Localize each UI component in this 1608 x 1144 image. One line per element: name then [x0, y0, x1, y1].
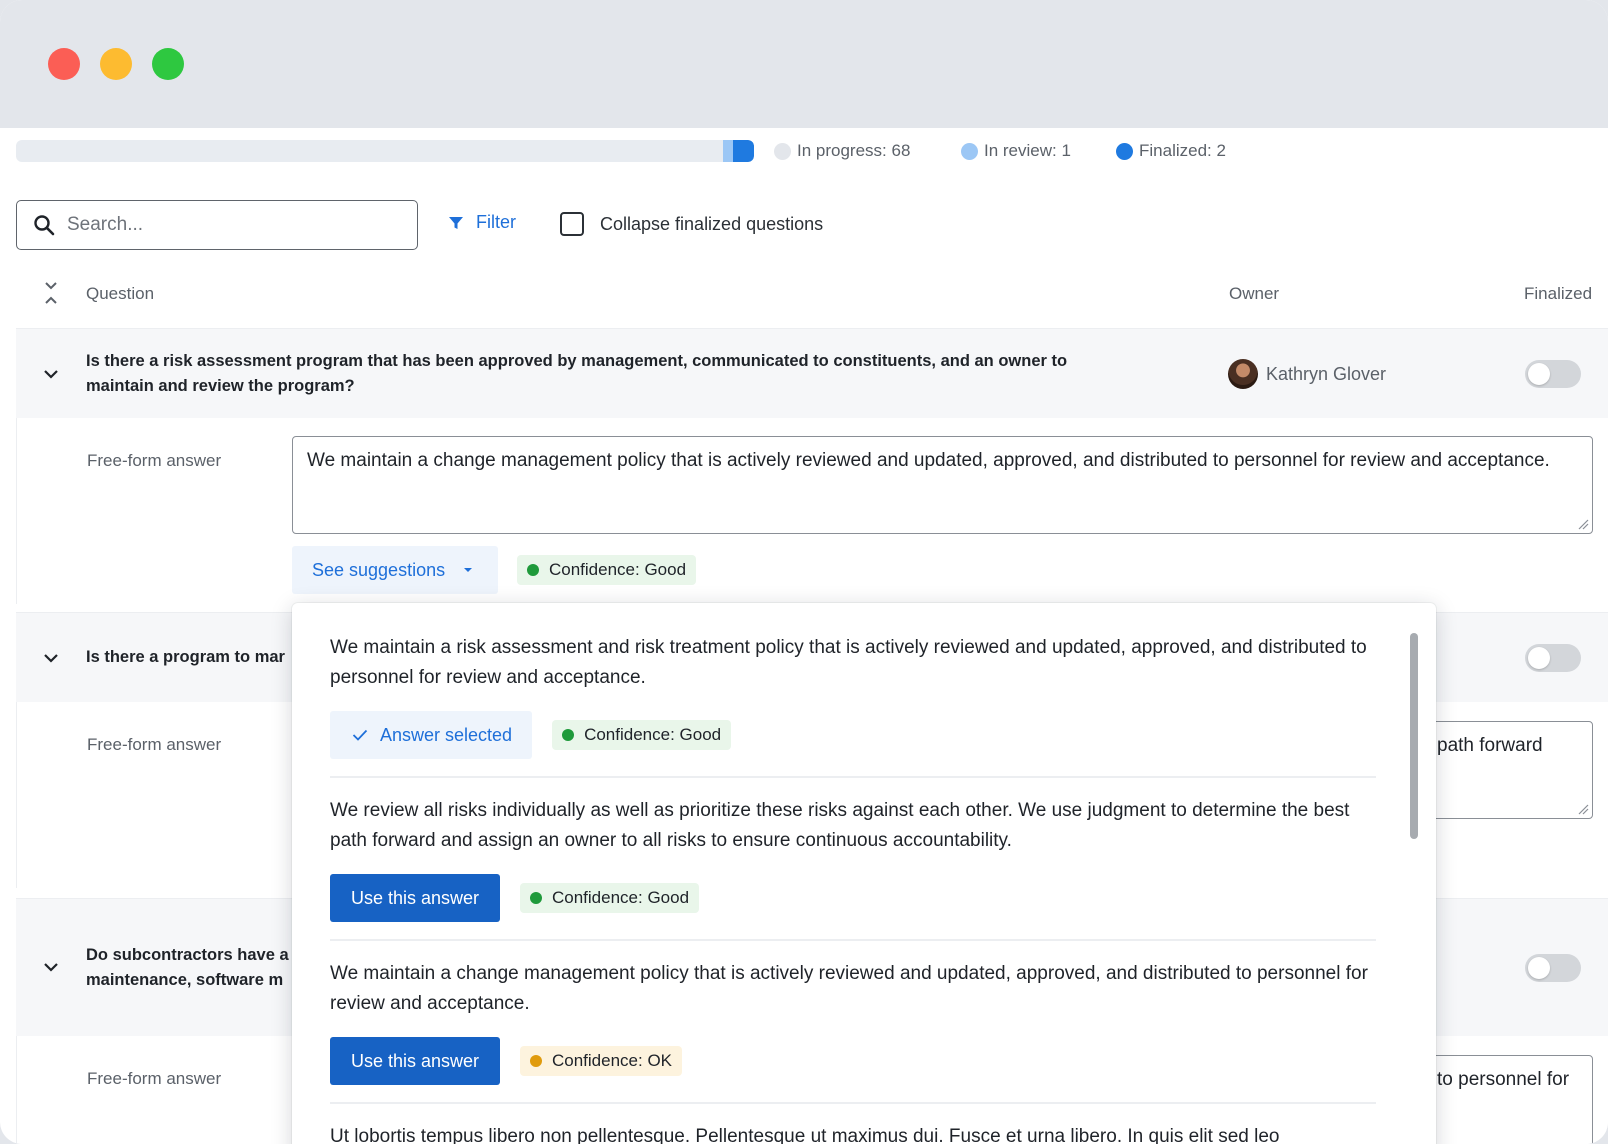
collapse-finalized-checkbox[interactable] [560, 212, 584, 236]
question-text: Do subcontractors have a maintenance, so… [86, 943, 289, 993]
confidence-good-dot-icon [562, 729, 575, 741]
column-header-owner[interactable]: Owner [1229, 284, 1279, 304]
answer-selected-button[interactable]: Answer selected [330, 711, 533, 759]
filter-button[interactable]: Filter [448, 212, 516, 233]
progress-segment-finalized [733, 140, 754, 162]
chevron-down-icon[interactable] [42, 961, 60, 973]
confidence-badge: Confidence: Good [517, 555, 697, 585]
free-form-answer-label: Free-form answer [87, 451, 222, 470]
question-text-line: maintain and review the program? [86, 377, 355, 395]
free-form-answer-label: Free-form answer [87, 735, 222, 754]
confidence-badge: Confidence: Good [552, 720, 732, 750]
question-row[interactable]: Is there a risk assessment program that … [16, 328, 1608, 418]
suggestion-item: We maintain a change management policy t… [330, 959, 1376, 1085]
confidence-good-dot-icon [530, 892, 542, 904]
app-window: In progress: 68 In review: 1 Finalized: … [0, 0, 1608, 1144]
suggestion-text: Ut lobortis tempus libero non pellentesq… [330, 1126, 1280, 1144]
see-suggestions-button[interactable]: See suggestions [292, 546, 498, 594]
see-suggestions-label: See suggestions [312, 559, 446, 580]
legend-finalized: Finalized: 2 [1116, 140, 1226, 162]
title-bar [0, 0, 1608, 128]
search-input[interactable] [67, 214, 387, 236]
question-text: Is there a risk assessment program that … [86, 349, 1067, 399]
confidence-ok-dot-icon [530, 1055, 542, 1067]
suggestion-item: We review all risks individually as well… [330, 796, 1376, 922]
question-text: Is there a program to mar [86, 648, 285, 666]
collapse-finalized-toggle[interactable]: Collapse finalized questions [560, 212, 823, 236]
confidence-good-dot-icon [527, 564, 539, 576]
minimize-window-button[interactable] [100, 48, 132, 80]
legend-in-review: In review: 1 [961, 140, 1071, 162]
resize-handle-icon[interactable] [1577, 518, 1589, 530]
suggestion-item: Ut lobortis tempus libero non pellentesq… [330, 1122, 1376, 1144]
confidence-label: Confidence: OK [552, 1051, 673, 1070]
suggestion-text: We maintain a risk assessment and risk t… [330, 637, 1367, 688]
confidence-label: Confidence: Good [552, 888, 690, 907]
chevron-down-icon[interactable] [42, 368, 60, 380]
expand-collapse-all-icon[interactable] [42, 280, 60, 306]
column-header-finalized[interactable]: Finalized [1524, 284, 1592, 304]
answer-text: We maintain a change management policy t… [307, 450, 1550, 471]
maximize-window-button[interactable] [152, 48, 184, 80]
suggestion-text: We maintain a change management policy t… [330, 963, 1368, 1014]
divider [330, 939, 1376, 941]
in-progress-dot-icon [774, 142, 791, 160]
answer-text: path forward [1437, 735, 1543, 756]
chevron-down-icon[interactable] [42, 652, 60, 664]
confidence-badge: Confidence: OK [520, 1046, 683, 1076]
dropdown-scrollbar[interactable] [1410, 633, 1418, 839]
question-text-line: maintenance, software m [86, 971, 284, 989]
free-form-answer-label: Free-form answer [87, 1069, 222, 1088]
finalized-toggle[interactable] [1525, 360, 1581, 388]
caret-down-icon [464, 568, 473, 572]
owner-name: Kathryn Glover [1266, 363, 1387, 384]
owner[interactable]: Kathryn Glover [1228, 359, 1386, 389]
finalized-toggle[interactable] [1525, 644, 1581, 672]
legend-in-progress-label: In progress: 68 [797, 141, 911, 160]
question-text-line: Do subcontractors have a [86, 946, 289, 964]
divider [330, 1102, 1376, 1104]
use-this-answer-button[interactable]: Use this answer [330, 874, 500, 922]
column-header-question[interactable]: Question [86, 284, 154, 304]
close-window-button[interactable] [48, 48, 80, 80]
finalized-dot-icon [1116, 142, 1133, 160]
status-progress-bar [16, 140, 754, 162]
suggestions-dropdown: We maintain a risk assessment and risk t… [292, 603, 1436, 1144]
search-box[interactable] [16, 200, 418, 250]
confidence-label: Confidence: Good [549, 560, 687, 579]
confidence-label: Confidence: Good [584, 725, 722, 744]
suggestion-item: We maintain a risk assessment and risk t… [330, 633, 1376, 759]
avatar [1228, 359, 1258, 389]
collapse-finalized-label: Collapse finalized questions [600, 213, 824, 234]
checkmark-icon [352, 729, 368, 741]
filter-icon [449, 216, 463, 229]
in-review-dot-icon [961, 142, 978, 160]
legend-finalized-label: Finalized: 2 [1139, 141, 1226, 160]
answer-text: to personnel for [1437, 1069, 1570, 1090]
answer-selected-label: Answer selected [380, 724, 513, 745]
question-text-line: Is there a risk assessment program that … [86, 352, 1068, 370]
resize-handle-icon[interactable] [1577, 803, 1589, 815]
free-form-answer-field[interactable]: We maintain a change management policy t… [292, 436, 1593, 534]
progress-segment-in-review [722, 140, 734, 162]
search-icon [34, 215, 55, 236]
suggestion-text: We review all risks individually as well… [330, 800, 1350, 851]
confidence-badge: Confidence: Good [520, 883, 700, 913]
divider [330, 776, 1376, 778]
filter-label: Filter [476, 212, 516, 232]
legend-in-progress: In progress: 68 [774, 140, 910, 162]
finalized-toggle[interactable] [1525, 954, 1581, 982]
legend-in-review-label: In review: 1 [984, 141, 1071, 160]
use-this-answer-button[interactable]: Use this answer [330, 1037, 500, 1085]
